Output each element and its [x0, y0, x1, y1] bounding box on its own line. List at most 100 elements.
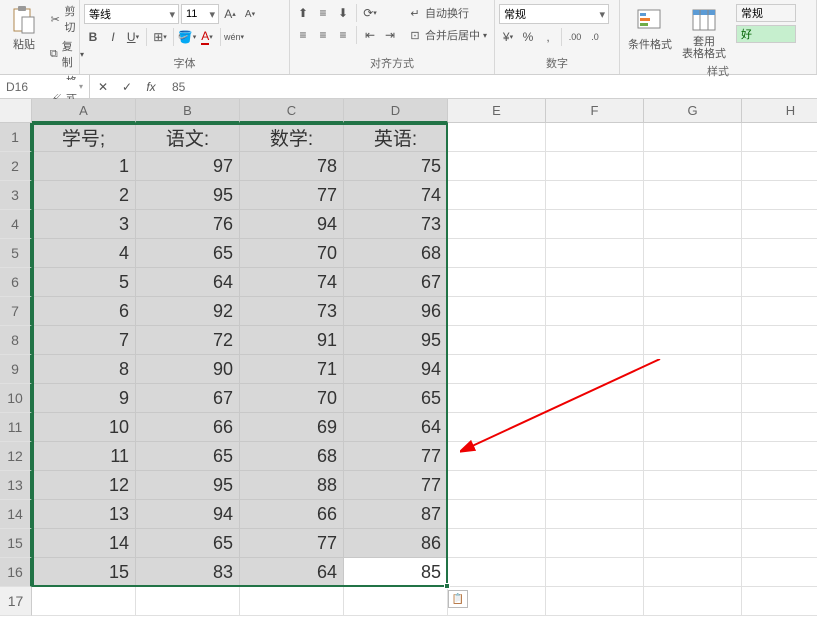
row-header[interactable]: 5	[0, 239, 32, 268]
cell[interactable]	[546, 442, 644, 471]
cell[interactable]	[136, 587, 240, 616]
cell[interactable]	[644, 529, 742, 558]
cell[interactable]: 77	[344, 442, 448, 471]
cell[interactable]	[546, 558, 644, 587]
name-box[interactable]: ▾	[0, 75, 90, 98]
cell[interactable]: 7	[32, 326, 136, 355]
row-header[interactable]: 17	[0, 587, 32, 616]
cell[interactable]: 65	[136, 529, 240, 558]
number-format-input[interactable]	[500, 8, 596, 20]
column-header-H[interactable]: H	[742, 99, 817, 123]
cell[interactable]	[742, 500, 817, 529]
cell[interactable]: 74	[344, 181, 448, 210]
cell[interactable]	[546, 297, 644, 326]
row-header[interactable]: 6	[0, 268, 32, 297]
cell[interactable]: 68	[240, 442, 344, 471]
cell[interactable]: 70	[240, 239, 344, 268]
align-center-button[interactable]: ≡	[314, 26, 332, 44]
cell[interactable]	[448, 529, 546, 558]
cell[interactable]	[546, 471, 644, 500]
table-format-button[interactable]: 套用 表格格式	[678, 2, 730, 62]
increase-font-button[interactable]: A▴	[221, 5, 239, 23]
cell[interactable]: 86	[344, 529, 448, 558]
font-name-combo[interactable]: ▾	[84, 4, 179, 24]
cell[interactable]: 95	[136, 181, 240, 210]
cell[interactable]: 69	[240, 413, 344, 442]
wrap-text-button[interactable]: ↵ 自动换行	[405, 4, 490, 22]
cell[interactable]: 13	[32, 500, 136, 529]
cell[interactable]	[448, 413, 546, 442]
cell[interactable]	[644, 239, 742, 268]
cell[interactable]	[644, 500, 742, 529]
row-header[interactable]: 15	[0, 529, 32, 558]
cell[interactable]	[546, 181, 644, 210]
fx-button[interactable]: fx	[142, 78, 160, 96]
cell[interactable]: 94	[344, 355, 448, 384]
align-middle-button[interactable]: ≡	[314, 4, 332, 22]
cell[interactable]: 91	[240, 326, 344, 355]
cell[interactable]	[448, 384, 546, 413]
cell[interactable]: 95	[136, 471, 240, 500]
cell[interactable]	[644, 413, 742, 442]
cell[interactable]	[644, 181, 742, 210]
cell[interactable]	[448, 500, 546, 529]
cell[interactable]	[546, 268, 644, 297]
number-format-combo[interactable]: ▾	[499, 4, 609, 24]
cell[interactable]	[644, 442, 742, 471]
italic-button[interactable]: I	[104, 28, 122, 46]
column-header-F[interactable]: F	[546, 99, 644, 123]
cell[interactable]: 78	[240, 152, 344, 181]
cell[interactable]	[546, 239, 644, 268]
row-header[interactable]: 4	[0, 210, 32, 239]
row-header[interactable]: 12	[0, 442, 32, 471]
cell[interactable]: 92	[136, 297, 240, 326]
decrease-decimal-button[interactable]: .0	[586, 28, 604, 46]
cell[interactable]	[546, 123, 644, 152]
align-bottom-button[interactable]: ⬇	[334, 4, 352, 22]
cell[interactable]: 77	[240, 181, 344, 210]
cell[interactable]: 5	[32, 268, 136, 297]
cell[interactable]: 1	[32, 152, 136, 181]
cell[interactable]	[448, 181, 546, 210]
cell[interactable]	[644, 326, 742, 355]
cell[interactable]: 64	[240, 558, 344, 587]
bold-button[interactable]: B	[84, 28, 102, 46]
row-header[interactable]: 1	[0, 123, 32, 152]
cell[interactable]	[644, 210, 742, 239]
font-color-button[interactable]: A▾	[198, 28, 216, 46]
cell-style-normal[interactable]: 常规	[736, 4, 796, 22]
cell[interactable]: 94	[240, 210, 344, 239]
cell[interactable]	[448, 442, 546, 471]
cell[interactable]: 12	[32, 471, 136, 500]
cell[interactable]	[546, 355, 644, 384]
decrease-indent-button[interactable]: ⇤	[361, 26, 379, 44]
merge-center-button[interactable]: ⊡ 合并后居中 ▾	[405, 26, 490, 44]
font-size-input[interactable]	[182, 8, 206, 20]
cell[interactable]: 85	[344, 558, 448, 587]
cell[interactable]	[448, 152, 546, 181]
cell[interactable]	[546, 210, 644, 239]
decrease-font-button[interactable]: A▾	[241, 5, 259, 23]
cell[interactable]	[448, 297, 546, 326]
fill-color-button[interactable]: 🪣▾	[178, 28, 196, 46]
cell[interactable]	[448, 268, 546, 297]
cell[interactable]	[742, 181, 817, 210]
cell[interactable]: 15	[32, 558, 136, 587]
cell[interactable]: 76	[136, 210, 240, 239]
cell[interactable]	[448, 558, 546, 587]
cell[interactable]: 66	[136, 413, 240, 442]
cell[interactable]	[742, 355, 817, 384]
cell[interactable]: 英语:	[344, 123, 448, 152]
cell[interactable]: 77	[344, 471, 448, 500]
cell[interactable]: 64	[136, 268, 240, 297]
cell[interactable]	[742, 384, 817, 413]
cell[interactable]: 68	[344, 239, 448, 268]
formula-input[interactable]	[172, 80, 809, 94]
accept-formula-button[interactable]: ✓	[118, 78, 136, 96]
cell[interactable]	[448, 355, 546, 384]
currency-button[interactable]: ¥▾	[499, 28, 517, 46]
cell[interactable]: 3	[32, 210, 136, 239]
cell[interactable]	[546, 326, 644, 355]
cell[interactable]: 语文:	[136, 123, 240, 152]
row-header[interactable]: 16	[0, 558, 32, 587]
